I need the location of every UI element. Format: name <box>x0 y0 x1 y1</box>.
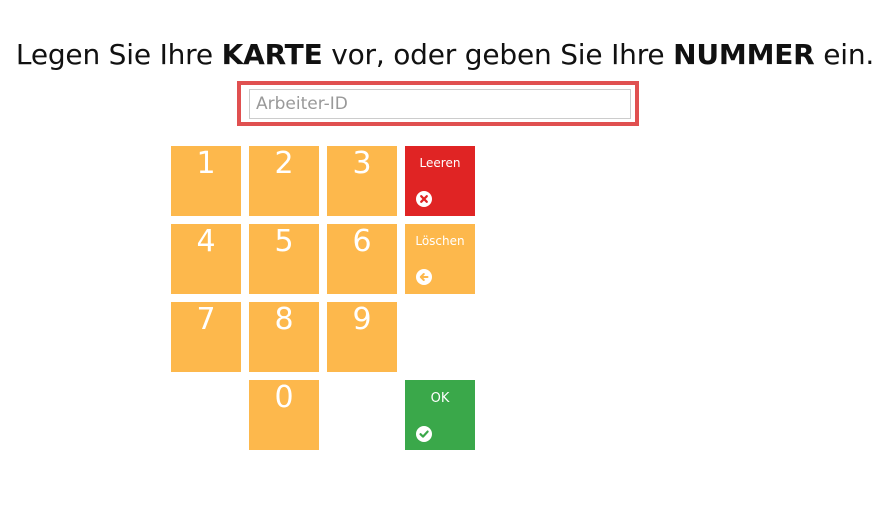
key-1[interactable]: 1 <box>171 146 241 216</box>
headline-text-3: ein. <box>814 38 875 71</box>
instruction-headline: Legen Sie Ihre KARTE vor, oder geben Sie… <box>0 38 890 71</box>
key-8[interactable]: 8 <box>249 302 319 372</box>
key-6[interactable]: 6 <box>327 224 397 294</box>
delete-button-label: Löschen <box>415 234 465 248</box>
ok-button[interactable]: OK <box>405 380 475 450</box>
headline-text-2: vor, oder geben Sie Ihre <box>322 38 674 71</box>
key-3[interactable]: 3 <box>327 146 397 216</box>
headline-bold-card: KARTE <box>221 38 323 71</box>
worker-id-input[interactable] <box>249 89 631 119</box>
times-circle-icon <box>416 191 432 207</box>
delete-button[interactable]: Löschen <box>405 224 475 294</box>
ok-button-label: OK <box>430 391 450 406</box>
key-5[interactable]: 5 <box>249 224 319 294</box>
key-0[interactable]: 0 <box>249 380 319 450</box>
arrow-left-circle-icon <box>416 269 432 285</box>
clear-button[interactable]: Leeren <box>405 146 475 216</box>
key-9[interactable]: 9 <box>327 302 397 372</box>
key-4[interactable]: 4 <box>171 224 241 294</box>
key-2[interactable]: 2 <box>249 146 319 216</box>
headline-text-1: Legen Sie Ihre <box>15 38 222 71</box>
worker-id-field-highlight <box>237 81 639 126</box>
clear-button-label: Leeren <box>419 156 461 170</box>
headline-bold-number: NUMMER <box>673 38 815 71</box>
key-7[interactable]: 7 <box>171 302 241 372</box>
login-page: Legen Sie Ihre KARTE vor, oder geben Sie… <box>0 0 895 515</box>
check-circle-icon <box>416 426 432 442</box>
